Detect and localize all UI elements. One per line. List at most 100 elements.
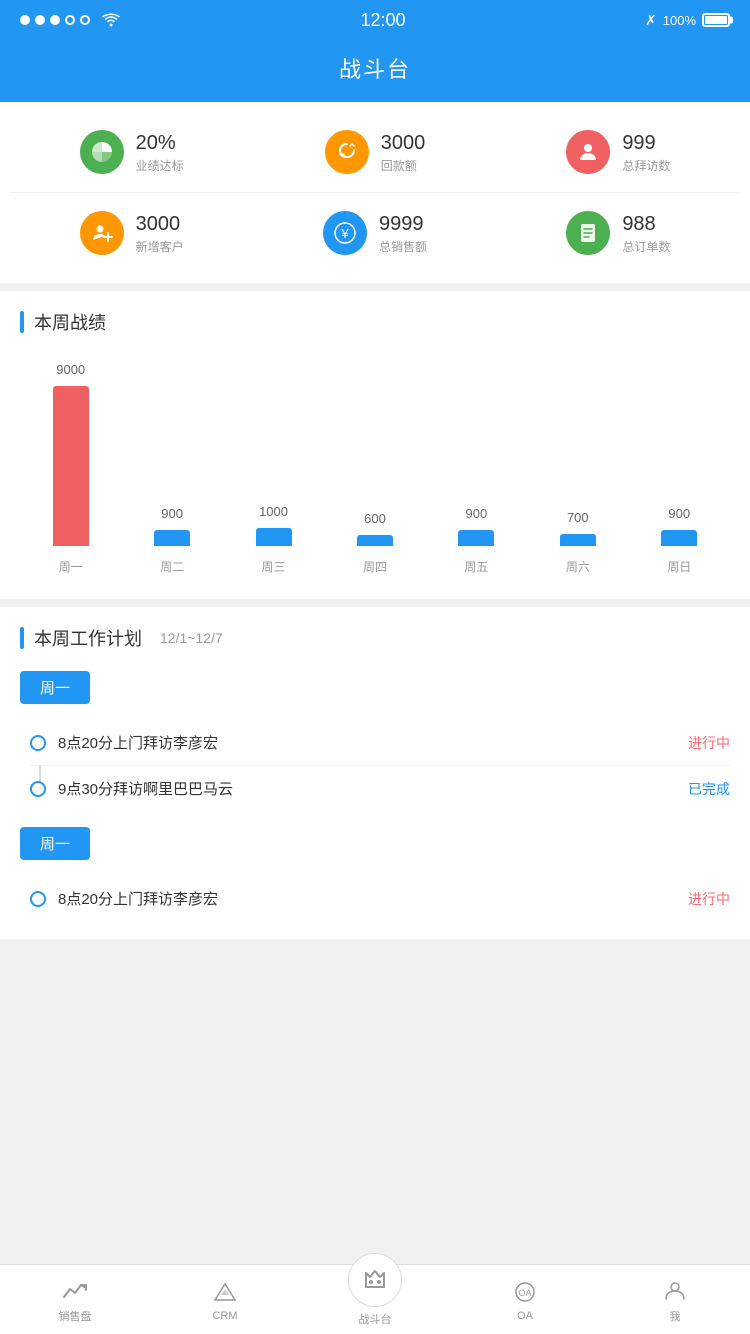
repayment-icon [325,130,369,174]
crm-icon [211,1278,239,1306]
bar-5 [560,534,596,546]
nav-item-crm[interactable]: CRM [150,1278,300,1322]
repayment-label: 回款额 [381,157,426,174]
plan-title: 本周工作计划 [34,625,142,651]
signal-indicator [20,13,121,27]
plan-day-badge-1: 周一 [20,671,90,704]
chart-col-4: 900周五 [426,530,527,575]
total-orders-value: 988 [622,212,670,236]
status-right: ✗ 100% [645,12,730,29]
sales-icon [61,1276,89,1304]
bar-label-1: 900 [161,506,183,521]
me-label: 我 [670,1308,681,1324]
stats-section: 20% 业绩达标 3000 回款额 [0,102,750,283]
plan-item-2-status: 已完成 [688,779,730,799]
timeline-dot-1 [30,735,46,751]
total-orders-icon [566,211,610,255]
day-label-4: 周五 [464,558,488,575]
chart-col-6: 900周日 [629,530,730,575]
plan-item-3[interactable]: 8点20分上门拜访李彦宏 进行中 [30,876,730,921]
day-label-0: 周一 [59,558,83,575]
bar-label-4: 900 [466,506,488,521]
stat-total-sales[interactable]: ¥ 9999 总销售额 [253,211,496,255]
plan-item-1-left: 8点20分上门拜访李彦宏 [30,732,688,753]
wifi-icon [101,13,121,27]
bar-2 [256,528,292,546]
plan-item-2-text: 9点30分拜访啊里巴巴马云 [58,778,233,799]
stat-visits[interactable]: 999 总拜访数 [497,130,740,174]
signal-dot-4 [65,15,75,25]
plan-group-2: 周一 8点20分上门拜访李彦宏 进行中 [20,827,730,921]
day-label-2: 周三 [262,558,286,575]
total-sales-info: 9999 总销售额 [379,212,427,255]
new-customers-icon [80,211,124,255]
stat-new-customers[interactable]: 3000 新增客户 [10,211,253,255]
bar-label-5: 700 [567,510,589,525]
nav-item-oa[interactable]: OA OA [450,1278,600,1322]
stats-row-2: 3000 新增客户 ¥ 9999 总销售额 [10,192,740,265]
bar-label-2: 1000 [259,504,288,519]
plan-date-range: 12/1~12/7 [160,630,223,646]
stat-repayment[interactable]: 3000 回款额 [253,130,496,174]
repayment-value: 3000 [381,131,426,155]
day-label-3: 周四 [363,558,387,575]
visits-icon [566,130,610,174]
bar-0 [53,386,89,546]
plan-item-3-text: 8点20分上门拜访李彦宏 [58,888,218,909]
battery-icon [702,13,730,27]
status-bar: 12:00 ✗ 100% [0,0,750,40]
plan-section-title: 本周工作计划 12/1~12/7 [20,625,730,651]
nav-item-sales[interactable]: 销售盘 [0,1276,150,1324]
plan-item-1-status: 进行中 [688,733,730,753]
bar-label-6: 900 [668,506,690,521]
signal-dot-5 [80,15,90,25]
plan-item-1[interactable]: 8点20分上门拜访李彦宏 进行中 [30,720,730,766]
weekly-chart-section: 本周战绩 9000周一900周二1000周三600周四900周五700周六900… [0,291,750,599]
oa-label: OA [517,1310,533,1322]
day-label-1: 周二 [160,558,184,575]
battery-percent: 100% [663,13,696,28]
signal-dot-1 [20,15,30,25]
plan-item-3-left: 8点20分上门拜访李彦宏 [30,888,688,909]
chart-title: 本周战绩 [34,309,106,335]
stat-achievement[interactable]: 20% 业绩达标 [10,130,253,174]
sales-label: 销售盘 [59,1308,92,1324]
bar-chart: 9000周一900周二1000周三600周四900周五700周六900周日 [20,355,730,575]
bar-label-3: 600 [364,511,386,526]
svg-text:OA: OA [518,1288,531,1298]
plan-item-2-left: 9点30分拜访啊里巴巴马云 [30,778,688,799]
total-sales-value: 9999 [379,212,427,236]
achievement-label: 业绩达标 [136,157,184,174]
visits-label: 总拜访数 [622,157,670,174]
page-title: 战斗台 [0,52,750,84]
chart-col-3: 600周四 [324,535,425,575]
bar-4 [458,530,494,546]
bar-3 [357,535,393,546]
battery-fill [705,16,727,24]
chart-col-1: 900周二 [121,530,222,575]
chart-col-0: 9000周一 [20,386,121,575]
chart-col-2: 1000周三 [223,528,324,575]
bar-6 [661,530,697,546]
chart-col-5: 700周六 [527,534,628,575]
total-orders-label: 总订单数 [622,238,670,255]
svg-text:¥: ¥ [340,226,349,241]
nav-item-me[interactable]: 我 [600,1276,750,1324]
total-sales-icon: ¥ [323,211,367,255]
achievement-info: 20% 业绩达标 [136,131,184,174]
plan-item-2[interactable]: 9点30分拜访啊里巴巴马云 已完成 [30,766,730,811]
nav-item-battle[interactable]: 战斗台 [300,1273,450,1327]
new-customers-label: 新增客户 [136,238,184,255]
day-label-5: 周六 [566,558,590,575]
bar-1 [154,530,190,546]
title-bar-accent [20,311,24,333]
achievement-value: 20% [136,131,184,155]
timeline-dot-2 [30,781,46,797]
work-plan-section: 本周工作计划 12/1~12/7 周一 8点20分上门拜访李彦宏 进行中 [0,607,750,939]
battle-center-button[interactable] [348,1253,402,1307]
plan-item-3-status: 进行中 [688,889,730,909]
stat-total-orders[interactable]: 988 总订单数 [497,211,740,255]
total-orders-info: 988 总订单数 [622,212,670,255]
plan-item-1-text: 8点20分上门拜访李彦宏 [58,732,218,753]
achievement-icon [80,130,124,174]
